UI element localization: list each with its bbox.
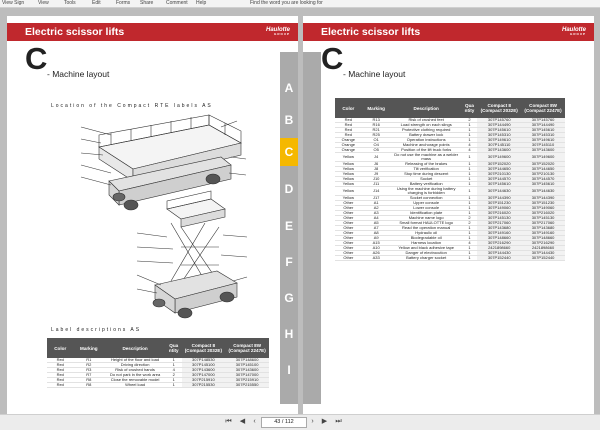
cell-color: Red [47, 382, 74, 388]
menu-item[interactable]: Tools [64, 0, 76, 6]
cell-color: Other [335, 255, 362, 261]
tab-h[interactable]: H [280, 320, 298, 348]
menu-item[interactable]: Forms [116, 0, 130, 6]
col-color: Color [335, 98, 362, 118]
col-compact-8w: Compact 8W (Compact 2247E) [521, 98, 565, 118]
table-row: Yellow J4 Do not use the machine as a weld… [335, 152, 565, 162]
table-row: Red R8 Wheel load 1 307P215530 307P215550 [47, 382, 269, 388]
right-page: Electric scissor lifts Haulotte GROUP C -… [303, 16, 594, 418]
col-color: Color [47, 338, 74, 358]
cell-compact-8: 307P152440 [477, 255, 522, 261]
menu-item[interactable]: View Sign [2, 0, 24, 6]
col-compact-8w: Compact 8W (Compact 2247E) [225, 338, 269, 358]
col-description: Description [390, 98, 462, 118]
cell-compact-8w: 307P215550 [225, 382, 269, 388]
cell-description: Wheel load [104, 382, 166, 388]
prev-page-icon[interactable]: ◀ [238, 417, 247, 427]
tab-f[interactable]: F [280, 248, 298, 276]
first-page-icon[interactable]: ⏮ [224, 417, 233, 427]
tab-g[interactable]: G [280, 284, 298, 312]
menu-item[interactable]: Share [140, 0, 153, 6]
cell-quantity: 1 [166, 382, 182, 388]
last-page-icon[interactable]: ⏭ [334, 417, 343, 427]
tab-b[interactable]: B [280, 106, 298, 134]
section-tabs-strip [303, 52, 321, 404]
col-marking: Marking [73, 338, 105, 358]
cell-description: Battery charger socket [390, 255, 462, 261]
document-viewer: Electric scissor lifts Haulotte GROUP C -… [0, 8, 600, 418]
section-title: - Machine layout [343, 69, 406, 79]
tab-i[interactable]: I [280, 356, 298, 384]
left-chevron-icon[interactable]: ‹ [250, 417, 259, 427]
left-page: Electric scissor lifts Haulotte GROUP C -… [7, 16, 298, 418]
tab-d[interactable]: D [280, 175, 298, 203]
tab-e[interactable]: E [280, 212, 298, 240]
cell-marking: A33 [361, 255, 391, 261]
cell-compact-8: 307P215530 [181, 382, 226, 388]
col-quantity: Qua ntity [166, 338, 182, 358]
haulotte-logo: Haulotte GROUP [562, 27, 586, 36]
col-quantity: Qua ntity [461, 98, 478, 118]
menu-item[interactable]: Edit [92, 0, 101, 6]
label-table: Color Marking Description Qua ntity Comp… [335, 98, 565, 261]
col-compact-8: Compact 8 (Compact 2032E) [181, 338, 226, 358]
section-letter: C [321, 41, 344, 76]
page-number-input[interactable]: 43 / 112 [261, 417, 307, 428]
col-description: Description [104, 338, 166, 358]
descriptions-caption: Label descriptions AS [51, 327, 142, 333]
right-chevron-icon[interactable]: › [308, 417, 317, 427]
search-text[interactable]: Find the word you are looking for [250, 0, 323, 6]
menu-item[interactable]: Comment [166, 0, 188, 6]
scissor-lift-diagram [80, 114, 248, 319]
cell-marking: R8 [73, 382, 105, 388]
table-row: Other A33 Battery charger socket 1 307P15244… [335, 255, 565, 261]
section-title: - Machine layout [47, 69, 110, 79]
header-title: Electric scissor lifts [25, 26, 125, 38]
table-row: Yellow J14 Using the machine during batter… [335, 186, 565, 196]
next-page-icon[interactable]: ▶ [320, 417, 329, 427]
page-header: Electric scissor lifts Haulotte GROUP [7, 23, 298, 41]
cell-quantity: 1 [461, 255, 478, 261]
col-marking: Marking [361, 98, 391, 118]
label-table: Color Marking Description Qua ntity Comp… [47, 338, 269, 388]
header-title: Electric scissor lifts [321, 26, 421, 38]
haulotte-logo: Haulotte GROUP [266, 27, 290, 36]
tab-c[interactable]: C [280, 138, 298, 166]
col-compact-8: Compact 8 (Compact 2032E) [477, 98, 522, 118]
page-navigation-bar: ⏮ ◀ ‹ 43 / 112 › ▶ ⏭ [0, 414, 600, 430]
location-caption: Location of the Compact RTE labels AS [51, 103, 213, 109]
tab-a[interactable]: A [280, 74, 298, 102]
menu-bar: View Sign View Tools Edit Forms Share Co… [0, 0, 600, 8]
menu-item[interactable]: Help [196, 0, 206, 6]
page-header: Electric scissor lifts Haulotte GROUP [303, 23, 594, 41]
section-letter: C [25, 41, 48, 76]
menu-item[interactable]: View [38, 0, 49, 6]
cell-compact-8w: 307P152440 [521, 255, 565, 261]
